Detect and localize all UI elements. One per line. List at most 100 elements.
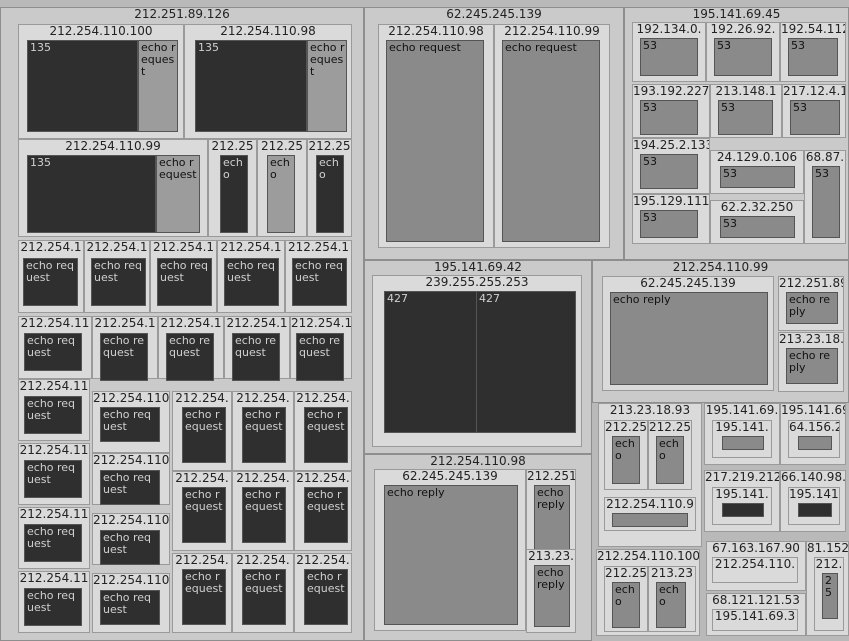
leaf-53[interactable]: 53 [640,154,698,189]
leaf-echo-request[interactable]: echo request [232,333,280,381]
leaf-25[interactable]: 25 [822,573,838,619]
leaf-53[interactable]: 53 [640,100,698,135]
leaf-53[interactable]: 53 [640,210,698,238]
leaf-cell[interactable] [798,503,832,517]
leaf-echo[interactable]: echo [612,582,640,628]
leaf-echo-request[interactable]: echo request [242,569,286,625]
leaf-label: echo request [159,156,197,181]
leaf-label: echo request [27,334,76,359]
host-label: 212.254. [296,392,350,405]
host-label: 213.23 [651,567,693,580]
leaf-echo-request[interactable]: echo request [156,155,200,233]
leaf-echo-request[interactable]: echo request [24,396,82,434]
host-label: 213.23.18.93 [609,404,691,417]
leaf-echo-request[interactable]: echo request [242,487,286,543]
leaf-label: echo [319,156,339,181]
leaf-echo-request[interactable]: echo request [224,258,279,306]
leaf-echo-request[interactable]: echo request [100,590,160,625]
host-label: 212.254.1 [160,317,222,330]
host-cell-195-141-69-3[interactable]: 195.141.69.3 [712,609,798,631]
leaf-label: echo request [27,589,76,614]
host-label: 212.254.110 [93,514,169,527]
leaf-echo-request[interactable]: echo request [91,258,146,306]
leaf-echo[interactable]: echo [220,155,248,233]
leaf-echo-reply[interactable]: echo reply [534,485,570,557]
leaf-echo[interactable]: echo [316,155,344,233]
leaf-53[interactable]: 53 [720,166,795,188]
leaf-echo-request[interactable]: echo request [296,333,344,381]
leaf-echo-request[interactable]: echo request [182,487,226,543]
leaf-135[interactable]: 135 [27,155,156,233]
leaf-label: 53 [643,39,657,52]
host-label: 212.254. [175,392,229,405]
host-label: 62.245.245.139 [640,277,736,290]
host-label: 194.25.2.133 [633,139,709,152]
leaf-label: echo request [185,488,223,513]
leaf-label: 53 [723,217,737,230]
leaf-echo-request[interactable]: echo request [157,258,212,306]
host-label: 212.254.1 [220,241,282,254]
leaf-echo-request[interactable]: echo request [304,569,348,625]
leaf-echo-reply[interactable]: echo reply [534,565,570,627]
leaf-echo-request[interactable]: echo request [386,40,484,242]
host-label: 217.219.212 [705,471,779,484]
leaf-label: 135 [198,41,219,54]
host-label: 64.156.2 [789,421,839,434]
leaf-echo-request[interactable]: echo request [24,333,82,371]
leaf-echo-request[interactable]: echo request [304,487,348,543]
leaf-135[interactable]: 135 [195,40,307,132]
leaf-53[interactable]: 53 [720,216,795,238]
leaf-echo-reply[interactable]: echo reply [384,485,518,625]
leaf-echo-reply[interactable]: echo reply [610,292,768,385]
leaf-echo[interactable]: echo [267,155,295,233]
host-label: 212.254.110.9 [606,498,694,511]
leaf-echo-reply[interactable]: echo reply [786,292,838,324]
leaf-echo-request[interactable]: echo request [502,40,600,242]
leaf-echo-request[interactable]: echo request [24,588,82,626]
leaf-echo-request[interactable]: echo request [292,258,347,306]
leaf-echo-request[interactable]: echo request [138,40,178,132]
leaf-echo-request[interactable]: echo request [304,407,348,463]
leaf-cell[interactable] [722,436,764,450]
leaf-echo-request[interactable]: echo request [23,258,78,306]
host-label: 212.254. [236,554,290,567]
leaf-echo-request[interactable]: echo request [24,524,82,562]
leaf-53[interactable]: 53 [790,100,840,135]
leaf-53[interactable]: 53 [640,38,698,76]
leaf-echo-request[interactable]: echo request [242,407,286,463]
leaf-53[interactable]: 53 [788,38,838,76]
leaf-echo-request[interactable]: echo request [166,333,214,381]
leaf-echo-request[interactable]: echo request [100,470,160,505]
leaf-53[interactable]: 53 [812,166,840,238]
treemap: 212.251.89.126 62.245.245.139 195.141.69. 4… [0,0,849,641]
leaf-53[interactable]: 53 [714,38,772,76]
leaf-cell[interactable] [798,436,832,450]
leaf-cell[interactable] [722,503,764,517]
leaf-echo-request[interactable]: echo request [182,569,226,625]
host-label: 212.251.89.126 [134,8,230,21]
leaf-135[interactable]: 135 [27,40,138,132]
leaf-label: echo reply [537,486,565,511]
host-label: 68.121.121.53 [712,594,800,607]
leaf-label: 25 [825,574,832,599]
host-label: 212.254.1 [226,317,288,330]
host-label: 212.251.89 [779,277,843,290]
leaf-echo-request[interactable]: echo request [100,407,160,442]
leaf-label: 53 [721,101,735,114]
leaf-echo-request[interactable]: echo request [100,333,148,381]
leaf-echo-request[interactable]: echo request [182,407,226,463]
leaf-echo-request[interactable]: echo request [307,40,347,132]
leaf-427[interactable]: 427 [476,291,576,433]
leaf-echo[interactable]: echo [612,436,640,484]
leaf-echo[interactable]: echo [656,436,684,484]
host-cell-212-254-110[interactable]: 212.254.110. [712,557,798,583]
host-label: 195.141. [715,488,769,501]
host-label: 62.245.245.139 [446,8,542,21]
host-label: 195.141.69. [705,404,779,417]
leaf-echo-reply[interactable]: echo reply [786,348,838,384]
leaf-echo[interactable]: echo [656,582,686,628]
leaf-echo-request[interactable]: echo request [24,460,82,498]
leaf-53[interactable]: 53 [718,100,773,135]
leaf-cell[interactable] [612,513,688,527]
leaf-echo-request[interactable]: echo request [100,530,160,565]
